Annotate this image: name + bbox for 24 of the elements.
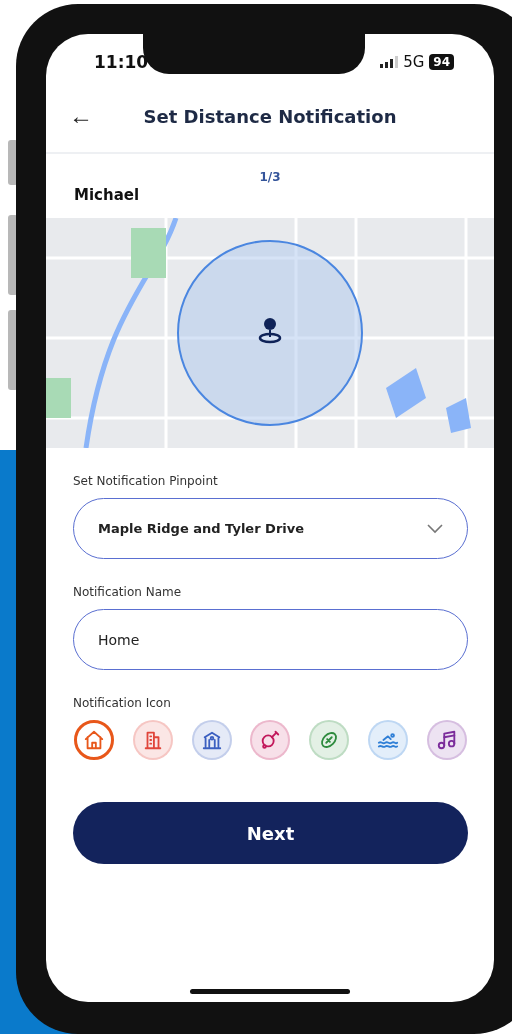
- field-label: Notification Name: [73, 585, 183, 599]
- home-option-button[interactable]: [74, 720, 114, 760]
- person-name: Michael: [73, 186, 141, 204]
- field-label: Notification Icon: [73, 696, 172, 710]
- status-time: 11:10: [94, 52, 149, 72]
- music-icon: [435, 729, 458, 751]
- bank-icon: [200, 729, 223, 751]
- screen-title: Set Distance Notification: [142, 105, 398, 127]
- music-option-button[interactable]: [426, 720, 467, 760]
- next-button[interactable]: Next: [73, 802, 468, 864]
- home-icon: [83, 729, 105, 751]
- dropdown-value: Maple Ridge and Tyler Drive: [98, 521, 305, 536]
- signal-icon: [380, 56, 399, 68]
- step-counter: 1/3: [258, 170, 282, 184]
- chevron-down-icon: [427, 523, 443, 534]
- battery-level: 94: [429, 54, 454, 70]
- bank-option-button[interactable]: [191, 720, 232, 760]
- network-type: 5G: [403, 53, 425, 71]
- football-option-button[interactable]: [309, 720, 350, 760]
- back-button[interactable]: ←: [66, 102, 96, 130]
- name-input-field[interactable]: Home: [73, 609, 468, 670]
- building-option-button[interactable]: [132, 720, 173, 760]
- swim-option-button[interactable]: [368, 720, 409, 760]
- field-label: Set Notification Pinpoint: [73, 474, 219, 488]
